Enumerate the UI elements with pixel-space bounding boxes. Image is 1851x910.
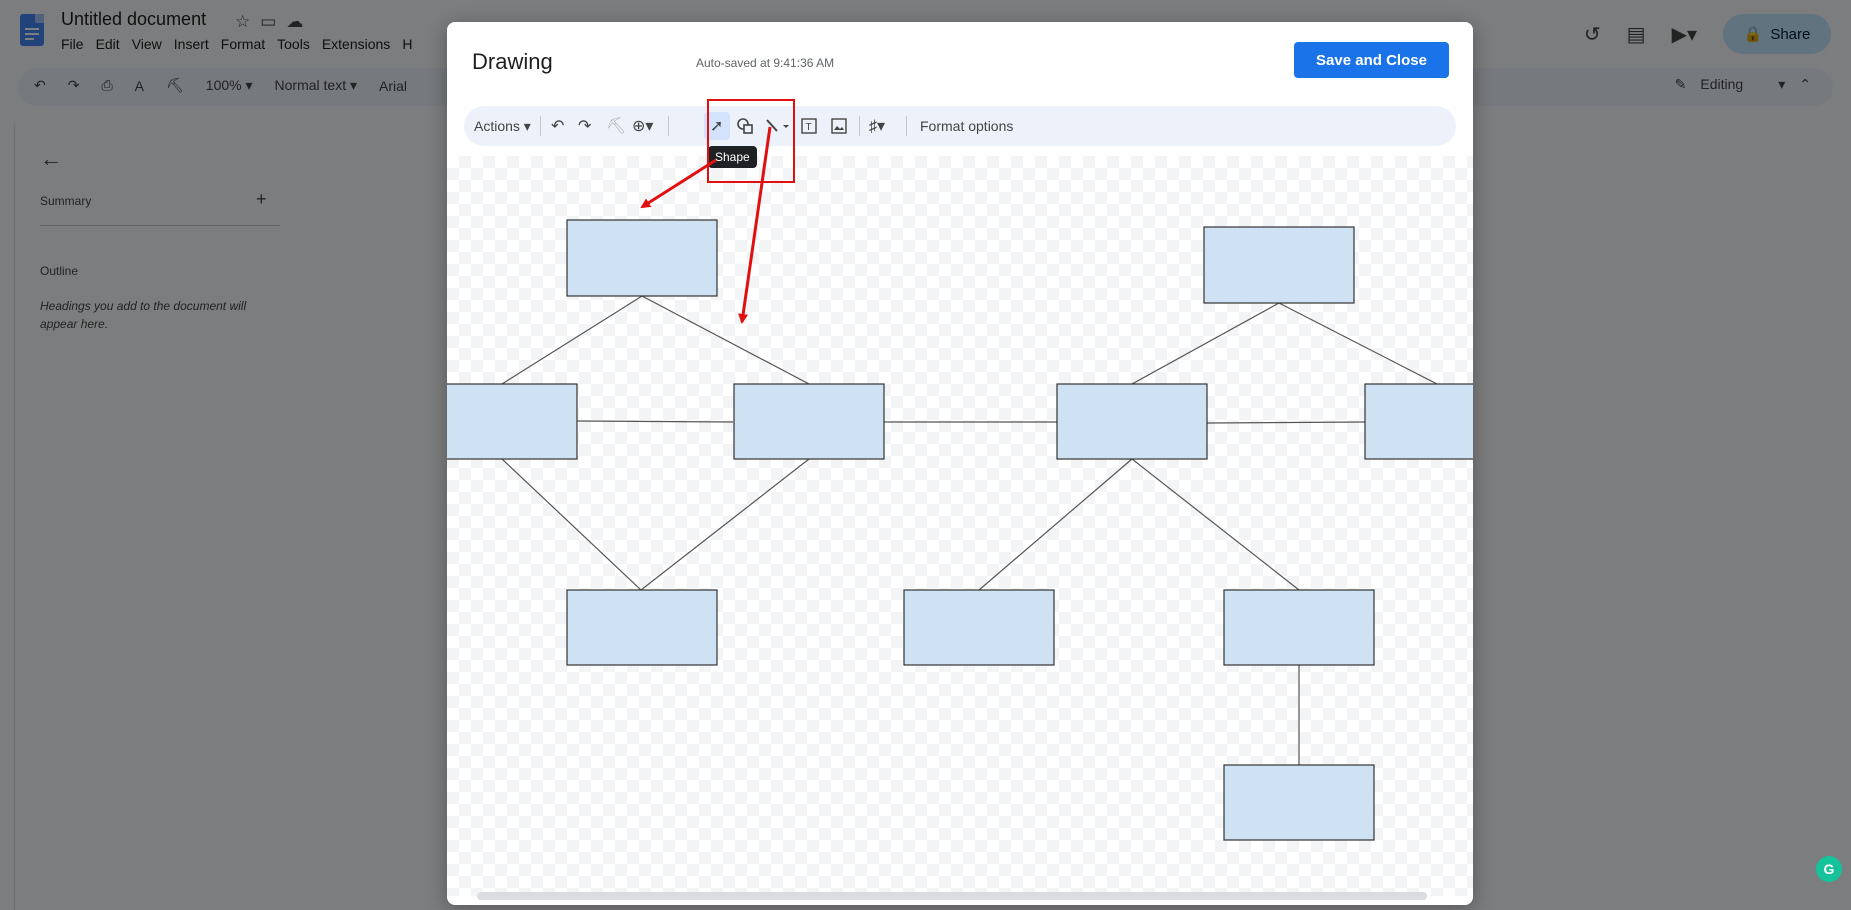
annotation-arrow <box>738 126 772 324</box>
annotation-arrows <box>640 126 772 324</box>
annotation-arrow <box>640 158 717 209</box>
